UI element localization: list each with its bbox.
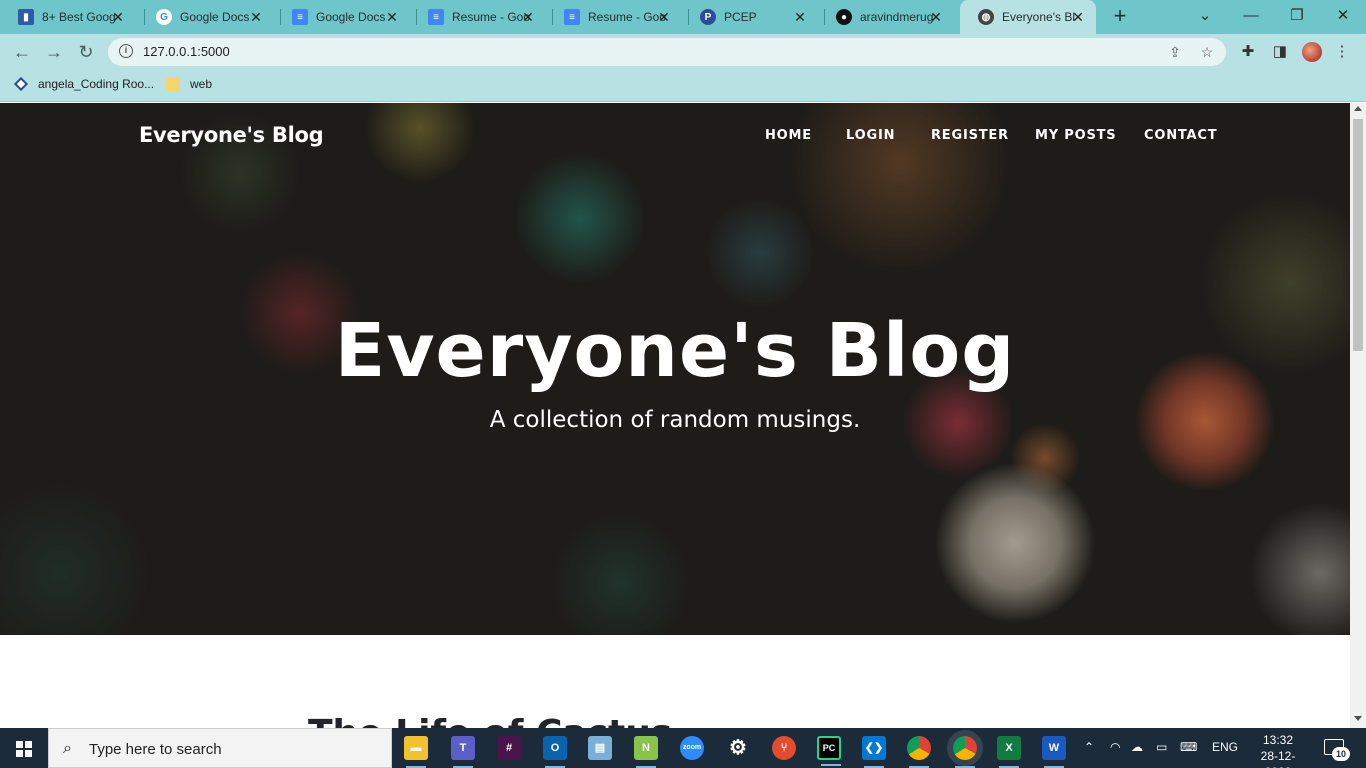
tab-3[interactable]: ≡ Resume - Goo ✕ xyxy=(410,0,546,34)
scroll-thumb[interactable] xyxy=(1353,119,1363,351)
slack-icon[interactable]: # xyxy=(497,736,521,760)
scroll-up-arrow-icon[interactable] xyxy=(1354,106,1362,111)
hero-title: Everyone's Blog xyxy=(334,308,1016,394)
scroll-down-arrow-icon[interactable] xyxy=(1354,716,1362,721)
notes-icon[interactable]: ▤ xyxy=(588,736,612,760)
close-icon[interactable]: ✕ xyxy=(1070,9,1086,25)
diamond-icon xyxy=(13,76,29,92)
start-button[interactable] xyxy=(0,728,48,768)
google-icon: G xyxy=(156,9,172,25)
wifi-icon[interactable]: ◠ xyxy=(1110,740,1120,754)
post-title-link[interactable]: The Life of Cactus xyxy=(308,713,672,728)
nav-login[interactable]: LOGIN xyxy=(846,128,895,143)
pycharm-icon[interactable]: PC xyxy=(817,736,841,766)
nav-home[interactable]: HOME xyxy=(765,128,812,143)
windows-taskbar: ⌕ Type here to search ▬ T # O ▤ N zoom ⚙… xyxy=(0,728,1366,768)
search-placeholder: Type here to search xyxy=(89,741,222,758)
hero-subtitle: A collection of random musings. xyxy=(489,407,861,433)
docs-icon: ≡ xyxy=(564,9,580,25)
nav-contact[interactable]: CONTACT xyxy=(1144,128,1217,143)
extensions-icon[interactable]: ✚ xyxy=(1238,42,1258,62)
settings-gear-icon[interactable]: ⚙ xyxy=(726,736,750,760)
notification-count-badge: 10 xyxy=(1332,747,1350,761)
language-indicator[interactable]: ENG xyxy=(1212,740,1238,754)
share-icon[interactable]: ⇪ xyxy=(1166,43,1184,61)
battery-icon[interactable]: ▭ xyxy=(1156,740,1167,754)
close-icon[interactable]: ✕ xyxy=(792,9,808,25)
bookmark-label: angela_Coding Roo... xyxy=(38,77,155,91)
nav-my-posts[interactable]: MY POSTS xyxy=(1035,128,1116,143)
close-icon[interactable]: ✕ xyxy=(520,9,536,25)
tab-5[interactable]: P PCEP ✕ xyxy=(682,0,818,34)
teams-icon[interactable]: T xyxy=(451,736,475,768)
page-scrollbar[interactable] xyxy=(1350,103,1366,728)
excel-icon[interactable]: X xyxy=(997,736,1021,768)
site-brand-link[interactable]: Everyone's Blog xyxy=(139,123,324,147)
globe-icon: ◍ xyxy=(978,9,994,25)
clock-date: 28-12-2022 xyxy=(1260,749,1296,768)
hero-header: Everyone's Blog HOME LOGIN REGISTER MY P… xyxy=(0,103,1350,635)
close-icon[interactable]: ✕ xyxy=(110,9,126,25)
tab-1[interactable]: G Google Docs ✕ xyxy=(138,0,274,34)
file-explorer-icon[interactable]: ▬ xyxy=(404,736,428,768)
bookmark-web-folder[interactable]: web xyxy=(166,77,212,91)
tab-0[interactable]: ▮ 8+ Best Goog ✕ xyxy=(0,0,136,34)
url-text[interactable]: 127.0.0.1:5000 xyxy=(143,44,230,59)
back-icon[interactable]: ← xyxy=(10,40,34,64)
menu-icon[interactable]: ⋮ xyxy=(1332,42,1352,62)
docs-icon: ≡ xyxy=(292,9,308,25)
restore-icon[interactable]: ❐ xyxy=(1274,0,1320,34)
outlook-icon[interactable]: O xyxy=(543,736,567,768)
reload-icon[interactable]: ↻ xyxy=(74,40,98,64)
system-clock[interactable]: 13:32 28-12-2022 xyxy=(1250,732,1306,768)
word-icon[interactable]: W xyxy=(1042,736,1066,768)
tab-strip: ▮ 8+ Best Goog ✕ G Google Docs ✕ ≡ Googl… xyxy=(0,0,1366,34)
windows-logo-icon xyxy=(16,741,32,757)
taskbar-search-box[interactable]: ⌕ Type here to search xyxy=(48,728,392,768)
clock-time: 13:32 xyxy=(1262,733,1294,747)
tab-6[interactable]: ● aravindmerug ✕ xyxy=(818,0,954,34)
tab-4[interactable]: ≡ Resume - Goo ✕ xyxy=(546,0,682,34)
search-icon: ⌕ xyxy=(63,740,72,757)
browser-toolbar: ← → ↻ i 127.0.0.1:5000 ⇪ ☆ ✚ ◨ ⋮ xyxy=(0,34,1366,70)
close-icon[interactable]: ✕ xyxy=(384,9,400,25)
bookmark-angela[interactable]: angela_Coding Roo... xyxy=(13,76,155,92)
address-bar[interactable]: i 127.0.0.1:5000 ⇪ ☆ xyxy=(108,38,1226,66)
close-icon[interactable]: ✕ xyxy=(928,9,944,25)
site-info-icon[interactable]: i xyxy=(119,44,133,58)
blog-favicon-icon: ▮ xyxy=(18,9,34,25)
close-icon[interactable]: ✕ xyxy=(248,9,264,25)
folder-icon xyxy=(166,77,180,91)
zoom-icon[interactable]: zoom xyxy=(680,736,704,760)
side-panel-icon[interactable]: ◨ xyxy=(1270,42,1290,62)
close-icon[interactable]: ✕ xyxy=(656,9,672,25)
onedrive-cloud-icon[interactable]: ☁ xyxy=(1131,740,1143,754)
new-tab-button[interactable]: + xyxy=(1108,5,1132,29)
python-institute-icon: P xyxy=(700,9,716,25)
chrome-icon[interactable] xyxy=(907,736,931,768)
nav-register[interactable]: REGISTER xyxy=(931,128,1009,143)
show-hidden-icons-icon[interactable]: ⌃ xyxy=(1084,740,1094,754)
tab-7-active[interactable]: ◍ Everyone's Bl ✕ xyxy=(960,0,1096,34)
chrome-profile-icon[interactable] xyxy=(953,736,977,768)
git-icon[interactable]: ⑂ xyxy=(772,736,796,760)
bookmark-label: web xyxy=(190,77,213,91)
tab-2[interactable]: ≡ Google Docs ✕ xyxy=(274,0,410,34)
vscode-icon[interactable]: ❮❯ xyxy=(862,736,886,768)
bookmark-star-icon[interactable]: ☆ xyxy=(1198,43,1216,61)
tab-search-icon[interactable]: ⌄ xyxy=(1182,0,1228,34)
close-window-icon[interactable]: ✕ xyxy=(1320,0,1366,34)
minimize-icon[interactable]: — xyxy=(1228,0,1274,34)
bookmarks-bar: angela_Coding Roo... web xyxy=(0,70,1366,102)
github-icon: ● xyxy=(836,9,852,25)
forward-icon[interactable]: → xyxy=(42,40,66,64)
profile-avatar[interactable] xyxy=(1302,42,1322,62)
notepad-plus-icon[interactable]: N xyxy=(634,736,658,768)
page-viewport: Everyone's Blog HOME LOGIN REGISTER MY P… xyxy=(0,103,1350,728)
keyboard-icon[interactable]: ⌨ xyxy=(1180,740,1197,754)
docs-icon: ≡ xyxy=(428,9,444,25)
